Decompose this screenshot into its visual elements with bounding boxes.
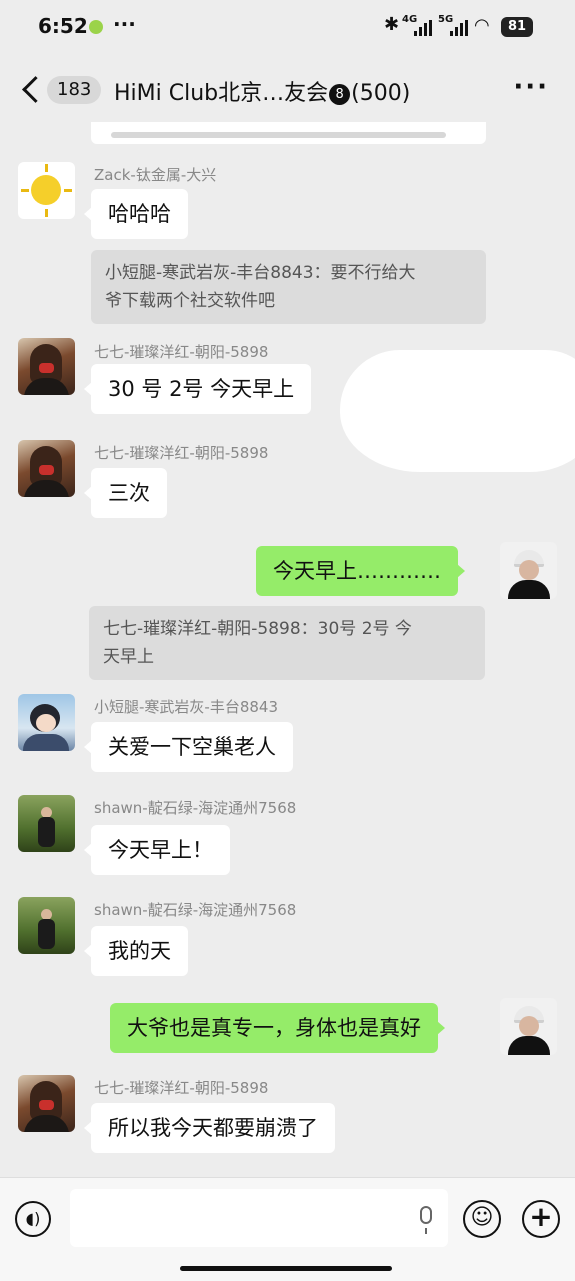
message-bubble[interactable]: 我的天 (84, 926, 188, 976)
quoted-reply[interactable]: 小短腿-寒武岩灰-丰台8843：要不行给大 爷下载两个社交软件吧 (91, 250, 486, 324)
partial-message-bubble (91, 122, 486, 144)
sender-name: 七七-璀璨洋红-朝阳-5898 (94, 343, 269, 361)
message-bubble[interactable]: 今天早上！ (84, 825, 230, 875)
bluetooth-icon: ✱ (384, 14, 400, 35)
back-arrow-icon[interactable] (20, 74, 42, 104)
anime-avatar[interactable] (18, 694, 75, 751)
girl-avatar[interactable] (18, 1075, 75, 1132)
chat-messages[interactable]: Zack-钛金属-大兴 哈哈哈 小短腿-寒武岩灰-丰台8843：要不行给大 爷下… (0, 122, 575, 1177)
signal-bars-icon (414, 20, 432, 36)
wifi-icon: ◠ (474, 15, 490, 36)
girl-avatar[interactable] (18, 440, 75, 497)
sender-name: shawn-靛石绿-海淀通州7568 (94, 901, 297, 919)
quote-line: 爷下载两个社交软件吧 (105, 291, 275, 311)
voice-icon[interactable]: ◖) (15, 1201, 51, 1237)
sender-name: shawn-靛石绿-海淀通州7568 (94, 799, 297, 817)
my-message-bubble[interactable]: 今天早上………… (256, 546, 465, 596)
self-avatar[interactable] (500, 542, 557, 599)
sender-name: Zack-钛金属-大兴 (94, 166, 217, 184)
chat-title-text: HiMi Club北京…友会 (114, 81, 329, 106)
battery-indicator: 81 (501, 17, 533, 37)
quote-line: 小短腿-寒武岩灰-丰台8843：要不行给大 (105, 263, 416, 283)
tree-avatar[interactable] (18, 897, 75, 954)
message-bubble[interactable]: 三次 (84, 468, 167, 518)
message-bubble[interactable]: 所以我今天都要崩溃了 (84, 1103, 335, 1153)
message-bubble[interactable]: 关爱一下空巢老人 (84, 722, 293, 772)
emoji-icon[interactable]: ☺ (463, 1200, 501, 1238)
more-options-icon[interactable]: ··· (513, 72, 549, 102)
plus-icon[interactable]: + (522, 1200, 560, 1238)
unread-count-badge[interactable]: 183 (47, 76, 102, 104)
sun-icon (31, 175, 61, 205)
quote-line: 七七-璀璨洋红-朝阳-5898：30号 2号 今 (103, 619, 412, 639)
sender-name: 小短腿-寒武岩灰-丰台8843 (94, 698, 278, 716)
sender-name: 七七-璀璨洋红-朝阳-5898 (94, 444, 269, 462)
member-count: (500) (351, 81, 411, 106)
status-time: 6:52 (38, 14, 88, 38)
self-avatar[interactable] (500, 998, 557, 1055)
app-notification-icon (89, 20, 103, 34)
mic-icon[interactable] (420, 1206, 432, 1234)
quoted-reply[interactable]: 七七-璀璨洋红-朝阳-5898：30号 2号 今 天早上 (89, 606, 485, 680)
sun-avatar[interactable] (18, 162, 75, 219)
girl-avatar[interactable] (18, 338, 75, 395)
member-badge: 8 (329, 84, 351, 105)
message-input[interactable] (70, 1189, 448, 1247)
my-message-bubble[interactable]: 大爷也是真专一，身体也是真好 (110, 1003, 445, 1053)
tree-avatar[interactable] (18, 795, 75, 852)
chat-title[interactable]: HiMi Club北京…友会 8 (500) (114, 75, 410, 107)
status-bar: 6:52 ··· ✱ 4G 5G ◠ 81 (0, 0, 575, 56)
redaction-blob (340, 350, 575, 472)
chat-header: 183 HiMi Club北京…友会 8 (500) ··· (0, 58, 575, 122)
message-bubble[interactable]: 哈哈哈 (84, 189, 188, 239)
sender-name: 七七-璀璨洋红-朝阳-5898 (94, 1079, 269, 1097)
status-more-dots: ··· (113, 12, 136, 36)
home-indicator[interactable] (180, 1266, 392, 1271)
message-bubble[interactable]: 30 号 2号 今天早上 (83, 364, 312, 414)
message-input-bar: ◖) ☺ + (0, 1177, 575, 1281)
signal-bars-icon (450, 20, 468, 36)
quote-line: 天早上 (103, 647, 154, 667)
